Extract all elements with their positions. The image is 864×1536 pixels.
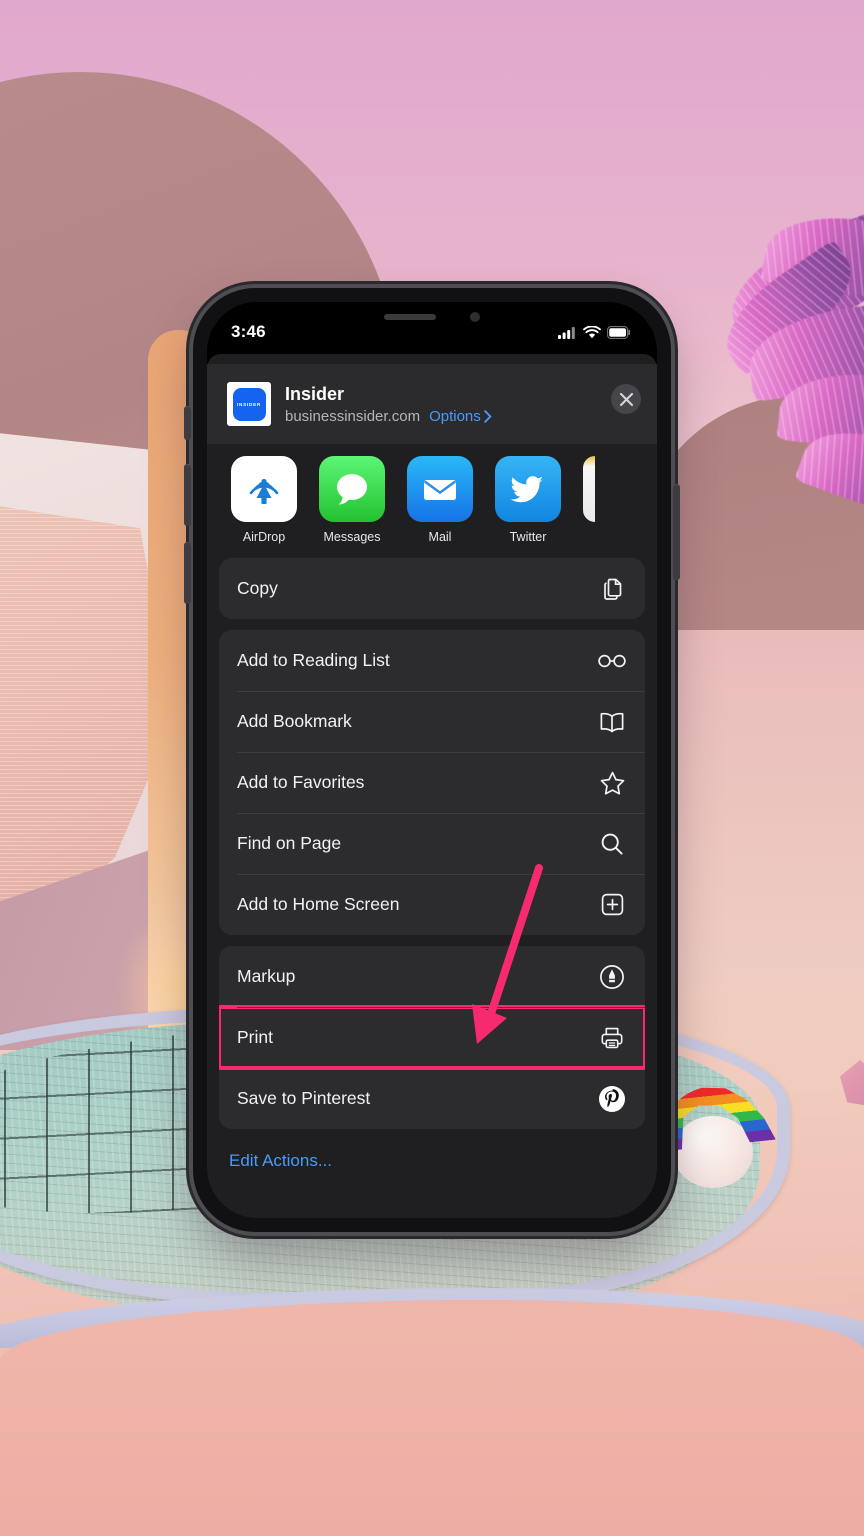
- share-target-messages[interactable]: Messages: [319, 456, 385, 544]
- mute-switch[interactable]: [184, 406, 191, 440]
- volume-up-button[interactable]: [184, 464, 191, 526]
- share-target-next-peek[interactable]: [583, 456, 595, 544]
- action-label: Add Bookmark: [237, 711, 352, 731]
- action-row-add-bookmark[interactable]: Add Bookmark: [219, 691, 645, 752]
- rainbow-pool-float: [655, 1090, 785, 1188]
- action-label: Add to Home Screen: [237, 894, 400, 914]
- share-url: businessinsider.com: [285, 407, 421, 425]
- favicon-text: INSIDER: [236, 401, 262, 407]
- close-button[interactable]: [611, 384, 641, 414]
- share-target-label: AirDrop: [242, 530, 286, 544]
- front-camera: [470, 312, 480, 322]
- action-label: Print: [237, 1027, 273, 1047]
- close-icon: [619, 392, 633, 406]
- action-row-add-to-reading-list[interactable]: Add to Reading List: [219, 630, 645, 691]
- plus-square-icon: [597, 890, 627, 920]
- pool-deck: [0, 1300, 864, 1536]
- markup-pen-icon: [597, 962, 627, 992]
- search-icon: [597, 829, 627, 859]
- star-icon: [597, 768, 627, 798]
- twitter-icon: [495, 456, 561, 522]
- action-label: Markup: [237, 966, 296, 986]
- power-button[interactable]: [673, 484, 680, 580]
- favicon-badge: INSIDER: [232, 387, 266, 421]
- phone-screen: 3:46 INSIDER Insider businessinsider.com…: [207, 302, 657, 1218]
- share-sheet-titles: Insider businessinsider.com Options: [285, 383, 492, 425]
- share-target-airdrop[interactable]: AirDrop: [231, 456, 297, 544]
- action-label: Find on Page: [237, 833, 342, 853]
- iphone-device: 3:46 INSIDER Insider businessinsider.com…: [184, 288, 680, 1232]
- action-group: Copy: [219, 558, 645, 619]
- messages-icon: [319, 456, 385, 522]
- status-bar: 3:46: [207, 302, 657, 354]
- volume-down-button[interactable]: [184, 542, 191, 604]
- share-target-twitter[interactable]: Twitter: [495, 456, 561, 544]
- share-target-mail[interactable]: Mail: [407, 456, 473, 544]
- wifi-icon: [583, 325, 601, 338]
- edit-actions-button[interactable]: Edit Actions...: [229, 1151, 332, 1170]
- action-row-copy[interactable]: Copy: [219, 558, 645, 619]
- action-groups: Copy Add to Reading List Add Bookmark Ad…: [207, 558, 657, 1129]
- options-button[interactable]: Options: [429, 408, 492, 425]
- share-target-label: Messages: [323, 530, 381, 544]
- site-favicon: INSIDER: [227, 382, 271, 426]
- action-row-markup[interactable]: Markup: [219, 946, 645, 1007]
- action-group: Markup Print Save to Pinterest: [219, 946, 645, 1129]
- chevron-right-icon: [484, 410, 492, 423]
- action-label: Save to Pinterest: [237, 1088, 371, 1108]
- screenshot-root: 3:46 INSIDER Insider businessinsider.com…: [0, 0, 864, 1536]
- notch: [333, 302, 531, 332]
- float-ball: [673, 1116, 753, 1188]
- share-subtitle: businessinsider.com Options: [285, 408, 492, 425]
- battery-icon: [607, 325, 630, 339]
- options-label: Options: [429, 407, 481, 425]
- cellular-bars-icon: [558, 326, 575, 339]
- mail-icon: [407, 456, 473, 522]
- sheet-grabber[interactable]: [207, 354, 657, 364]
- share-app-name: Insider: [285, 384, 345, 405]
- action-row-add-to-favorites[interactable]: Add to Favorites: [219, 752, 645, 813]
- action-label: Copy: [237, 578, 278, 598]
- action-label: Add to Favorites: [237, 772, 365, 792]
- status-time: 3:46: [231, 322, 266, 341]
- airdrop-icon: [231, 456, 297, 522]
- action-row-print[interactable]: Print: [219, 1005, 645, 1070]
- share-sheet-header: INSIDER Insider businessinsider.com Opti…: [207, 364, 657, 444]
- share-target-label: Mail: [428, 530, 452, 544]
- earpiece-speaker: [384, 314, 436, 320]
- share-sheet: INSIDER Insider businessinsider.com Opti…: [207, 354, 657, 1218]
- book-icon: [597, 707, 627, 737]
- sheet-footer: Edit Actions...: [207, 1129, 657, 1171]
- action-row-find-on-page[interactable]: Find on Page: [219, 813, 645, 874]
- action-label: Add to Reading List: [237, 650, 390, 670]
- glasses-icon: [597, 646, 627, 676]
- status-icons: [558, 318, 631, 339]
- palm-tree: [708, 203, 864, 644]
- pinterest-icon: [597, 1084, 627, 1114]
- printer-icon: [597, 1023, 627, 1053]
- action-row-save-to-pinterest[interactable]: Save to Pinterest: [219, 1068, 645, 1129]
- share-target-label: Twitter: [509, 530, 547, 544]
- copy-icon: [597, 574, 627, 604]
- action-group: Add to Reading List Add Bookmark Add to …: [219, 630, 645, 935]
- action-row-add-to-home-screen[interactable]: Add to Home Screen: [219, 874, 645, 935]
- share-targets-row[interactable]: AirDrop Messages Mail Twitter: [207, 444, 657, 558]
